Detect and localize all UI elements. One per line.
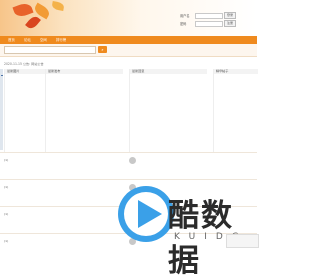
avatar: [129, 157, 136, 164]
thread-count: (1): [4, 212, 9, 216]
nav-item-space[interactable]: 空间: [40, 37, 47, 42]
login-row-user: 用户名 登录: [180, 12, 237, 19]
scrollbar-thumb[interactable]: [1, 75, 3, 76]
main-nav: 首页 论坛 空间 排行榜: [0, 36, 257, 44]
thread-row[interactable]: (1): [0, 206, 257, 233]
search-input[interactable]: [4, 46, 96, 54]
thread-row[interactable]: (1): [0, 152, 257, 179]
scrollbar[interactable]: [0, 69, 3, 150]
thread-count: (1): [4, 185, 9, 189]
thread-count: (1): [4, 158, 9, 162]
search-icon: ⌕: [101, 47, 104, 52]
thread-count: (1): [4, 239, 9, 243]
nav-item-forum[interactable]: 论坛: [24, 37, 31, 42]
search-button[interactable]: ⌕: [98, 46, 107, 53]
leaf-decoration-3: [25, 14, 41, 31]
column-featured: 精华帖子: [213, 69, 258, 152]
nav-item-home[interactable]: 首页: [8, 37, 15, 42]
username-label: 用户名: [180, 13, 190, 18]
summary-columns: 最新图片 最新发布 最新回复 精华帖子: [0, 69, 258, 152]
username-input[interactable]: [195, 12, 224, 19]
login-button[interactable]: 登录: [224, 12, 237, 19]
thread-row[interactable]: (1): [0, 179, 257, 206]
notice-line: 2020-11-15 公告: 网站公告: [4, 62, 44, 66]
column-latest-replies: 最新回复: [129, 69, 207, 152]
column-header: 精华帖子: [214, 69, 258, 74]
column-header: 最新发布: [46, 69, 123, 74]
header-banner: 用户名 登录 密码 注册: [0, 0, 257, 36]
leaf-decoration-4: [51, 1, 65, 11]
thread-list: (1) (1) (1) (1): [0, 152, 257, 267]
avatar: [129, 211, 136, 218]
avatar: [129, 238, 136, 245]
register-button[interactable]: 注册: [224, 20, 237, 27]
column-header: 最新回复: [130, 69, 207, 74]
password-label: 密码: [180, 21, 187, 26]
side-tag[interactable]: [226, 234, 259, 248]
login-row-pass: 密码 注册: [180, 20, 237, 27]
nav-item-ranking[interactable]: 排行榜: [56, 37, 66, 42]
search-bar: ⌕: [0, 44, 257, 57]
leaf-decoration-1: [12, 1, 34, 19]
column-latest-posts: 最新发布: [45, 69, 123, 152]
password-input[interactable]: [195, 20, 224, 27]
avatar: [129, 184, 136, 191]
thread-row[interactable]: (1): [0, 233, 257, 260]
